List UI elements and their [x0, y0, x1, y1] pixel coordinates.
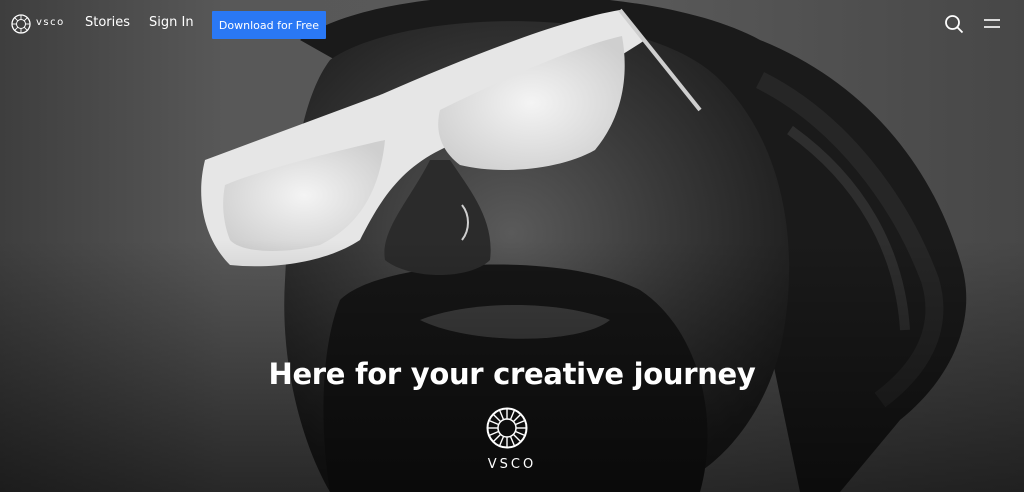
download-button[interactable]: Download for Free [212, 11, 326, 39]
brand-name[interactable]: vsco [36, 17, 65, 28]
vsco-logo-icon[interactable] [11, 14, 31, 34]
menu-icon[interactable] [984, 17, 1000, 31]
top-navigation: vsco Stories Sign In Download for Free [0, 0, 1024, 48]
vsco-logo-large-icon [486, 407, 528, 449]
nav-link-sign-in[interactable]: Sign In [149, 15, 194, 30]
nav-link-stories[interactable]: Stories [85, 15, 130, 30]
hero-brand-name: VSCO [487, 457, 537, 472]
search-icon[interactable] [944, 14, 964, 34]
hero-headline: Here for your creative journey [268, 357, 756, 392]
